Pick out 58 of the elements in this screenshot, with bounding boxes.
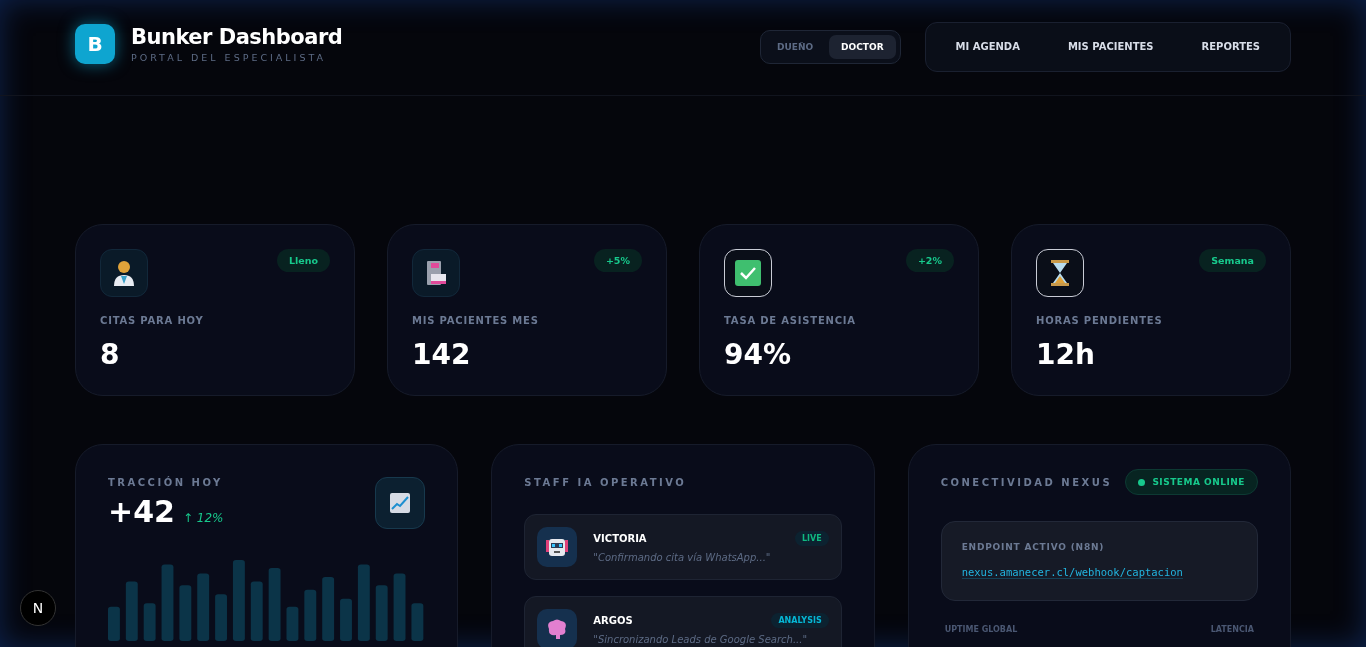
document-icon (425, 260, 447, 286)
dev-tools-button[interactable]: N (20, 590, 56, 626)
chart-bar (215, 594, 227, 641)
chart-bar (108, 606, 120, 641)
traction-change: ↑ 12% (182, 511, 224, 525)
stat-value: 12h (1036, 338, 1096, 371)
traction-value: +42 (108, 494, 175, 529)
endpoint-link[interactable]: nexus.amanecer.cl/webhook/captacion (961, 566, 1183, 579)
doctor-icon (113, 260, 135, 286)
app-title: Bunker Dashboard (131, 24, 343, 49)
latency-label: LATENCIA (1210, 625, 1254, 634)
stat-label: MIS PACIENTES MES (412, 315, 540, 326)
chart-bar (143, 603, 156, 641)
stat-value: 8 (100, 338, 121, 371)
agent-status: LIVE (794, 531, 829, 546)
checkmark-icon (735, 260, 761, 286)
role-tab[interactable]: DUEÑO (765, 34, 826, 59)
card-title: CONECTIVIDAD NEXUS (940, 477, 1113, 488)
app-subtitle: PORTAL DEL ESPECIALISTA (131, 51, 327, 63)
card-title: STAFF IA OPERATIVO (524, 477, 688, 488)
agent-activity: "Sincronizando Leads de Google Search..." (593, 634, 808, 645)
stat-badge: Lleno (276, 249, 330, 272)
uptime-label: UPTIME GLOBAL (944, 625, 1018, 634)
card-title: TRACCIÓN HOY (108, 477, 224, 488)
status-dot-icon (1138, 478, 1146, 486)
chart-bar (125, 581, 138, 641)
chart-icon (375, 477, 426, 529)
agent-status: ANALYSIS (771, 613, 829, 628)
chart-bar (304, 589, 317, 641)
robot-icon (546, 536, 569, 558)
chart-bar (286, 606, 299, 641)
agent-name: ARGOS (593, 615, 633, 626)
chart-bar (340, 598, 352, 641)
role-tab[interactable]: DOCTOR (829, 34, 896, 59)
chart-bar (375, 585, 388, 641)
chart-bar (250, 581, 263, 641)
stat-badge: +2% (905, 249, 954, 272)
endpoint-label: ENDPOINT ACTIVO (N8N) (961, 542, 1106, 552)
chart-bar (411, 603, 424, 641)
status-text: SISTEMA ONLINE (1152, 477, 1245, 487)
nav-link[interactable]: MI AGENDA (955, 41, 1020, 52)
chart-bar (197, 573, 210, 641)
chart-bar (322, 577, 335, 641)
agent-activity: "Confirmando cita vía WhatsApp..." (593, 552, 772, 563)
stat-value: 142 (412, 338, 472, 371)
hourglass-icon (1051, 260, 1069, 286)
chart-bar (179, 585, 192, 641)
nav-link[interactable]: REPORTES (1201, 41, 1260, 52)
agent-name: VICTORIA (593, 533, 647, 544)
stat-label: TASA DE ASISTENCIA (724, 315, 857, 326)
stat-value: 94% (724, 338, 793, 371)
stat-badge: Semana (1199, 249, 1266, 272)
chart-bar (393, 573, 406, 641)
stat-label: HORAS PENDIENTES (1036, 315, 1164, 326)
nav-link[interactable]: MIS PACIENTES (1067, 41, 1154, 52)
stat-label: CITAS PARA HOY (100, 315, 205, 326)
stat-badge: +5% (593, 249, 642, 272)
logo-icon: B (75, 23, 115, 64)
